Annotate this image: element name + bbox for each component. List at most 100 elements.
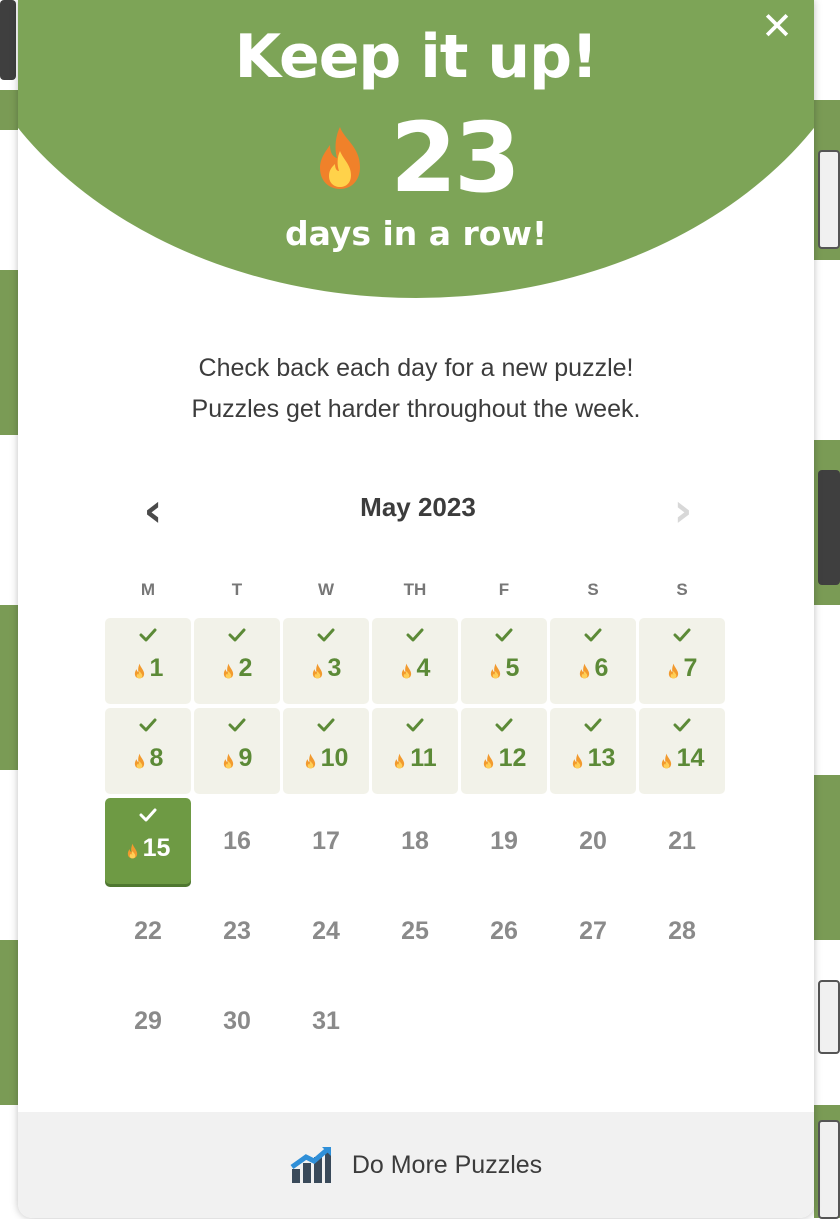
- day-number: 2: [238, 653, 253, 682]
- check-icon: [584, 718, 602, 732]
- flame-icon: [312, 663, 322, 678]
- calendar-day-26[interactable]: 26: [461, 888, 547, 974]
- day-number: 28: [668, 916, 696, 945]
- flame-icon: [320, 127, 361, 189]
- day-number: 1: [149, 653, 164, 682]
- calendar-day-20[interactable]: 20: [550, 798, 636, 884]
- calendar-day-7[interactable]: 7: [639, 618, 725, 704]
- day-content: 9: [222, 743, 253, 773]
- day-content: 4: [400, 653, 431, 683]
- flame-icon: [305, 753, 315, 768]
- weekday-label: S: [587, 580, 599, 599]
- calendar-day-16[interactable]: 16: [194, 798, 280, 884]
- day-number: 19: [490, 826, 518, 855]
- calendar-day-11[interactable]: 11: [372, 708, 458, 794]
- check-icon: [584, 628, 602, 642]
- calendar-day-13[interactable]: 13: [550, 708, 636, 794]
- weekday-label: T: [231, 580, 243, 599]
- day-content: 2: [222, 653, 253, 683]
- calendar-day-17[interactable]: 17: [283, 798, 369, 884]
- check-icon: [406, 718, 424, 732]
- calendar-day-14[interactable]: 14: [639, 708, 725, 794]
- weekday-label: S: [676, 580, 688, 599]
- calendar-day-12[interactable]: 12: [461, 708, 547, 794]
- calendar-day-30[interactable]: 30: [194, 978, 280, 1064]
- calendar-day-25[interactable]: 25: [372, 888, 458, 974]
- day-number: 25: [401, 916, 429, 945]
- day-content: 11: [393, 743, 437, 773]
- day-number: 6: [594, 653, 609, 682]
- flame-icon: [127, 843, 137, 858]
- day-content: 14: [660, 744, 704, 773]
- calendar-day-31[interactable]: 31: [283, 978, 369, 1064]
- footer-label: Do More Puzzles: [351, 1150, 543, 1179]
- streak-label: days in a row!: [284, 214, 548, 253]
- flame-icon: [134, 663, 144, 678]
- calendar-day-9[interactable]: 9: [194, 708, 280, 794]
- weekday-label: TH: [403, 580, 427, 599]
- board-square: [0, 90, 18, 130]
- day-number: 11: [410, 743, 437, 772]
- flame-icon: [401, 663, 411, 678]
- info-text: Check back each day for a new puzzle! Pu…: [18, 348, 814, 430]
- calendar-day-8[interactable]: 8: [105, 708, 191, 794]
- day-number: 23: [223, 916, 251, 945]
- calendar-day-3[interactable]: 3: [283, 618, 369, 704]
- flame-icon: [483, 753, 493, 768]
- check-icon: [139, 628, 157, 642]
- do-more-puzzles-button[interactable]: Do More Puzzles: [18, 1112, 814, 1218]
- check-icon: [228, 718, 246, 732]
- day-number: 30: [223, 1006, 251, 1035]
- day-number: 27: [579, 916, 607, 945]
- check-icon: [495, 718, 513, 732]
- day-number: 8: [149, 743, 164, 772]
- calendar-day-2[interactable]: 2: [194, 618, 280, 704]
- calendar-day-19[interactable]: 19: [461, 798, 547, 884]
- flame-icon: [668, 663, 678, 678]
- chess-piece-icon: [818, 1120, 840, 1219]
- calendar-day-1[interactable]: 1: [105, 618, 191, 704]
- day-number: 13: [587, 743, 616, 772]
- board-square: [0, 605, 18, 770]
- day-number: 9: [238, 743, 253, 772]
- day-number: 4: [416, 653, 431, 682]
- calendar-day-6[interactable]: 6: [550, 618, 636, 704]
- calendar-day-27[interactable]: 27: [550, 888, 636, 974]
- check-icon: [495, 628, 513, 642]
- weekday-label: M: [140, 580, 156, 599]
- day-content: 7: [667, 654, 697, 683]
- calendar-day-28[interactable]: 28: [639, 888, 725, 974]
- chess-piece-icon: [0, 0, 16, 80]
- flame-icon: [395, 753, 405, 768]
- calendar-grid: 1 2 3 4 5 6 7 8 9 10 11 12 13 14 15 16 17 18 19 20 21 22 23 24 2…: [105, 618, 729, 1064]
- calendar-day-5[interactable]: 5: [461, 618, 547, 704]
- day-number: 17: [312, 826, 340, 855]
- calendar-day-15[interactable]: 15: [105, 798, 191, 884]
- calendar-day-23[interactable]: 23: [194, 888, 280, 974]
- calendar-day-4[interactable]: 4: [372, 618, 458, 704]
- flame-icon: [661, 753, 671, 768]
- calendar-day-10[interactable]: 10: [283, 708, 369, 794]
- calendar-nav: ‹ May 2023 ›: [118, 482, 718, 538]
- chess-piece-icon: [818, 980, 840, 1054]
- day-number: 24: [312, 916, 340, 945]
- calendar-day-29[interactable]: 29: [105, 978, 191, 1064]
- check-icon: [317, 718, 335, 732]
- check-icon: [317, 628, 335, 642]
- chess-piece-icon: [818, 150, 840, 249]
- info-line: Puzzles get harder throughout the week.: [191, 395, 641, 423]
- puzzle-chart-icon: [290, 1147, 331, 1183]
- calendar-day-18[interactable]: 18: [372, 798, 458, 884]
- calendar-day-21[interactable]: 21: [639, 798, 725, 884]
- streak-modal: ✕ Keep it up! 23 days in a row! Check ba…: [18, 0, 814, 1218]
- day-number: 10: [320, 743, 349, 772]
- day-content: 12: [482, 744, 526, 773]
- check-icon: [406, 628, 424, 642]
- month-label: May 2023: [360, 492, 476, 522]
- flame-icon: [134, 753, 144, 768]
- calendar-day-22[interactable]: 22: [105, 888, 191, 974]
- chevron-right-icon[interactable]: ›: [658, 482, 708, 538]
- day-content: 15: [126, 834, 170, 863]
- calendar-day-24[interactable]: 24: [283, 888, 369, 974]
- check-icon: [673, 718, 691, 732]
